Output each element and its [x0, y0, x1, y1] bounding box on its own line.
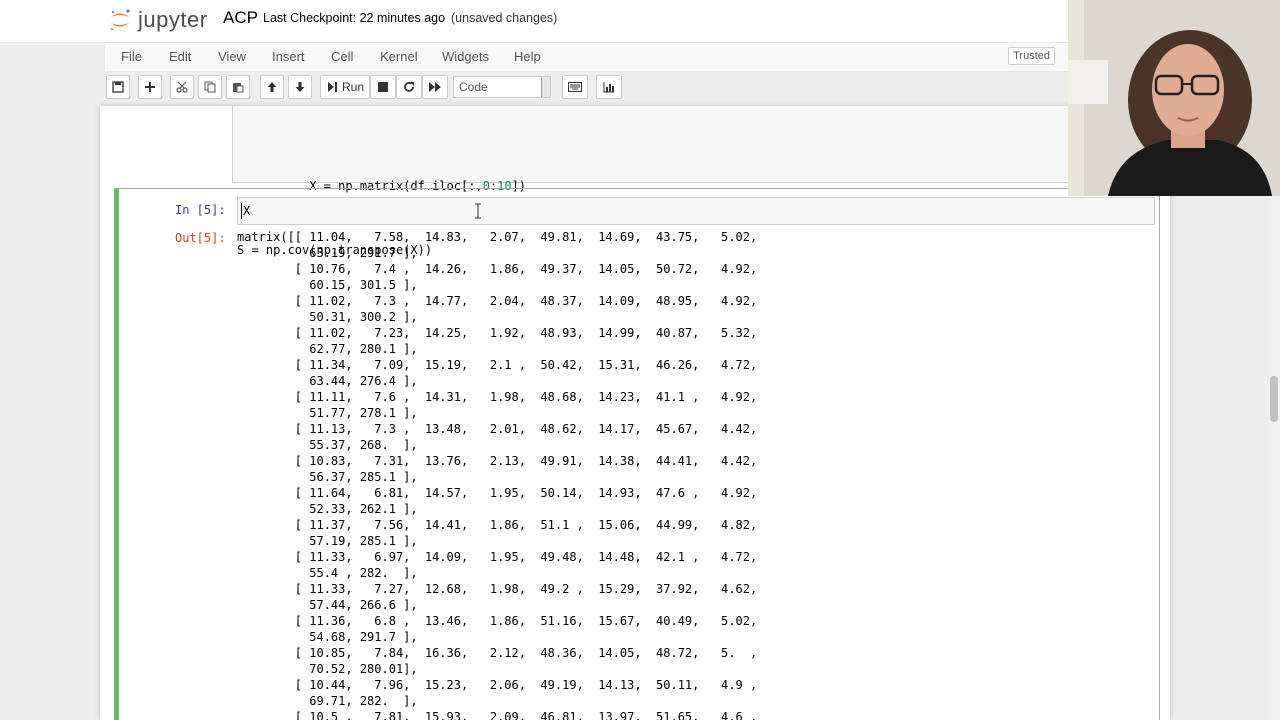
output-line: 51.77, 278.1 ], — [237, 406, 418, 420]
output-line: 62.77, 280.1 ], — [237, 342, 418, 356]
output-line: 69.71, 282. ], — [237, 694, 418, 708]
stop-icon — [378, 82, 388, 92]
output-line: [ 10.76, 7.4 , 14.26, 1.86, 49.37, 14.05… — [237, 262, 758, 276]
output-line: 63.44, 276.4 ], — [237, 374, 418, 388]
webcam-overlay — [1068, 0, 1280, 196]
run-button[interactable]: Run — [320, 75, 370, 99]
menu-edit[interactable]: Edit — [169, 49, 191, 64]
menu-insert[interactable]: Insert — [272, 49, 305, 64]
cut-icon — [176, 81, 188, 93]
output-line: [ 11.36, 6.8 , 13.46, 1.86, 51.16, 15.67… — [237, 614, 758, 628]
interrupt-button[interactable] — [370, 75, 396, 99]
autosave-status: (unsaved changes) — [451, 11, 558, 25]
command-palette-button[interactable] — [562, 75, 588, 99]
output-line: [ 11.02, 7.23, 14.25, 1.92, 48.93, 14.99… — [237, 326, 758, 340]
cut-button[interactable] — [170, 75, 194, 99]
jupyter-window: jupyter ACP Last Checkpoint: 22 minutes … — [0, 0, 1280, 720]
previous-code-cell-input[interactable]: X = np.matrix(df.iloc[:,0:10]) S = np.co… — [232, 106, 1170, 257]
output-line: [ 11.11, 7.6 , 14.31, 1.98, 48.68, 14.23… — [237, 390, 758, 404]
plus-icon — [145, 82, 155, 92]
insert-cell-button[interactable] — [138, 75, 162, 99]
menu-cell[interactable]: Cell — [331, 49, 353, 64]
presenter-video-image — [1068, 0, 1280, 196]
scrollbar-thumb[interactable] — [1270, 376, 1278, 422]
move-down-button[interactable] — [288, 75, 312, 99]
paste-icon — [233, 83, 244, 93]
output-line: matrix([[ 11.04, 7.58, 14.83, 2.07, 49.8… — [237, 230, 758, 244]
chart-button[interactable] — [596, 75, 622, 99]
output-line: [ 10.44, 7.96, 15.23, 2.06, 49.19, 14.13… — [237, 678, 758, 692]
input-prompt: In [5]: — [175, 203, 226, 217]
notebook-name[interactable]: ACP — [223, 8, 258, 28]
arrow-down-icon — [295, 82, 305, 92]
chevron-down-icon — [541, 77, 550, 97]
cell-type-value: Code — [459, 80, 488, 94]
restart-run-all-button[interactable] — [422, 75, 448, 99]
move-up-button[interactable] — [260, 75, 284, 99]
menu-kernel[interactable]: Kernel — [380, 49, 418, 64]
cell-output: matrix([[ 11.04, 7.58, 14.83, 2.07, 49.8… — [237, 229, 757, 720]
output-line: 50.31, 300.2 ], — [237, 310, 418, 324]
output-line: [ 11.13, 7.3 , 13.48, 2.01, 48.62, 14.17… — [237, 422, 758, 436]
output-line: [ 11.64, 6.81, 14.57, 1.95, 50.14, 14.93… — [237, 486, 758, 500]
run-label: Run — [342, 80, 365, 94]
menu-widgets[interactable]: Widgets — [442, 49, 489, 64]
output-line: [ 10.5 , 7.81, 15.93, 2.09, 46.81, 13.97… — [237, 710, 758, 720]
menu-view[interactable]: View — [218, 49, 246, 64]
output-line: 60.15, 301.5 ], — [237, 278, 418, 292]
output-line: [ 11.33, 6.97, 14.09, 1.95, 49.48, 14.48… — [237, 550, 758, 564]
chart-icon — [603, 82, 614, 93]
menu-file[interactable]: File — [121, 49, 142, 64]
output-line: 52.33, 262.1 ], — [237, 502, 418, 516]
cell-input-editor[interactable]: X — [237, 197, 1155, 225]
output-line: [ 10.85, 7.84, 16.36, 2.12, 48.36, 14.05… — [237, 646, 758, 660]
jupyter-logo-icon — [108, 8, 132, 32]
jupyter-logo[interactable]: jupyter — [108, 5, 208, 35]
trusted-indicator[interactable]: Trusted — [1008, 47, 1055, 65]
notebook-container[interactable]: X = np.matrix(df.iloc[:,0:10]) S = np.co… — [100, 106, 1170, 720]
output-line: [ 11.37, 7.56, 14.41, 1.86, 51.1 , 15.06… — [237, 518, 758, 532]
cell-type-select[interactable]: Code — [453, 76, 551, 98]
output-line: 57.19, 285.1 ], — [237, 534, 418, 548]
output-line: 54.68, 291.7 ], — [237, 630, 418, 644]
output-line: 63.19, 291.7 ], — [237, 246, 418, 260]
output-line: [ 11.34, 7.09, 15.19, 2.1 , 50.42, 15.31… — [237, 358, 758, 372]
checkpoint-status: Last Checkpoint: 22 minutes ago — [263, 11, 446, 25]
output-line: [ 10.83, 7.31, 13.76, 2.13, 49.91, 14.38… — [237, 454, 758, 468]
copy-icon — [204, 81, 216, 93]
output-line: 70.52, 280.01], — [237, 662, 418, 676]
save-icon — [112, 81, 124, 93]
save-button[interactable] — [106, 75, 130, 99]
output-line: [ 11.02, 7.3 , 14.77, 2.04, 48.37, 14.09… — [237, 294, 758, 308]
output-line: 57.44, 266.6 ], — [237, 598, 418, 612]
arrow-up-icon — [267, 82, 277, 92]
run-icon — [328, 82, 337, 92]
paste-button[interactable] — [226, 75, 250, 99]
menu-help[interactable]: Help — [514, 49, 541, 64]
copy-button[interactable] — [198, 75, 222, 99]
keyboard-icon — [568, 82, 582, 92]
output-line: 55.37, 268. ], — [237, 438, 418, 452]
output-line: 55.4 , 282. ], — [237, 566, 418, 580]
menubar: File Edit View Insert Cell Kernel Widget… — [104, 42, 1070, 72]
output-line: [ 11.33, 7.27, 12.68, 1.98, 49.2 , 15.29… — [237, 582, 758, 596]
cell-input-text: X — [241, 203, 251, 219]
selected-code-cell[interactable]: In [5]: X Out[5]: matrix([[ 11.04, 7.58,… — [114, 188, 1160, 720]
restart-button[interactable] — [396, 75, 422, 99]
page-scrollbar[interactable] — [1268, 196, 1280, 720]
logo-text: jupyter — [138, 7, 208, 32]
toolbar: Run Code — [104, 72, 1068, 104]
output-line: 56.37, 285.1 ], — [237, 470, 418, 484]
output-prompt: Out[5]: — [175, 231, 226, 245]
text-cursor-icon — [475, 203, 481, 219]
restart-icon — [404, 82, 414, 92]
fast-forward-icon — [429, 82, 441, 92]
